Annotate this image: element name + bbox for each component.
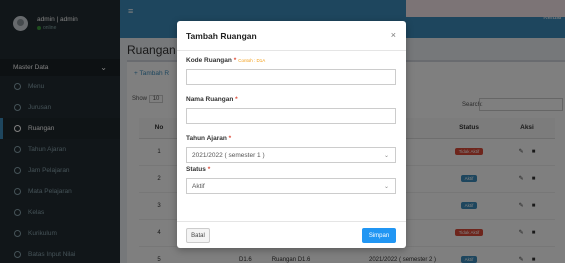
- nama-ruangan-label: Nama Ruangan *: [186, 96, 238, 103]
- modal-title: Tambah Ruangan: [186, 31, 257, 41]
- status-select[interactable]: Aktif ⌄: [186, 178, 396, 194]
- cancel-button[interactable]: Batal: [186, 228, 210, 243]
- modal-footer: Batal Simpan: [177, 221, 406, 248]
- chevron-down-icon: ⌄: [383, 153, 389, 159]
- add-room-modal: Tambah Ruangan × Kode Ruangan * Contoh : …: [177, 21, 406, 248]
- save-button[interactable]: Simpan: [362, 228, 396, 243]
- status-label: Status *: [186, 166, 211, 173]
- chevron-down-icon: ⌄: [383, 184, 389, 190]
- kode-ruangan-input[interactable]: [186, 69, 396, 85]
- kode-ruangan-label: Kode Ruangan * Contoh : D1A: [186, 57, 266, 64]
- modal-header: Tambah Ruangan ×: [177, 21, 406, 51]
- nama-ruangan-input[interactable]: [186, 108, 396, 124]
- tahun-ajaran-label: Tahun Ajaran *: [186, 135, 232, 142]
- close-icon[interactable]: ×: [391, 30, 396, 40]
- kode-ruangan-hint: Contoh : D1A: [238, 58, 266, 63]
- tahun-ajaran-select[interactable]: 2021/2022 ( semester 1 ) ⌄: [186, 147, 396, 163]
